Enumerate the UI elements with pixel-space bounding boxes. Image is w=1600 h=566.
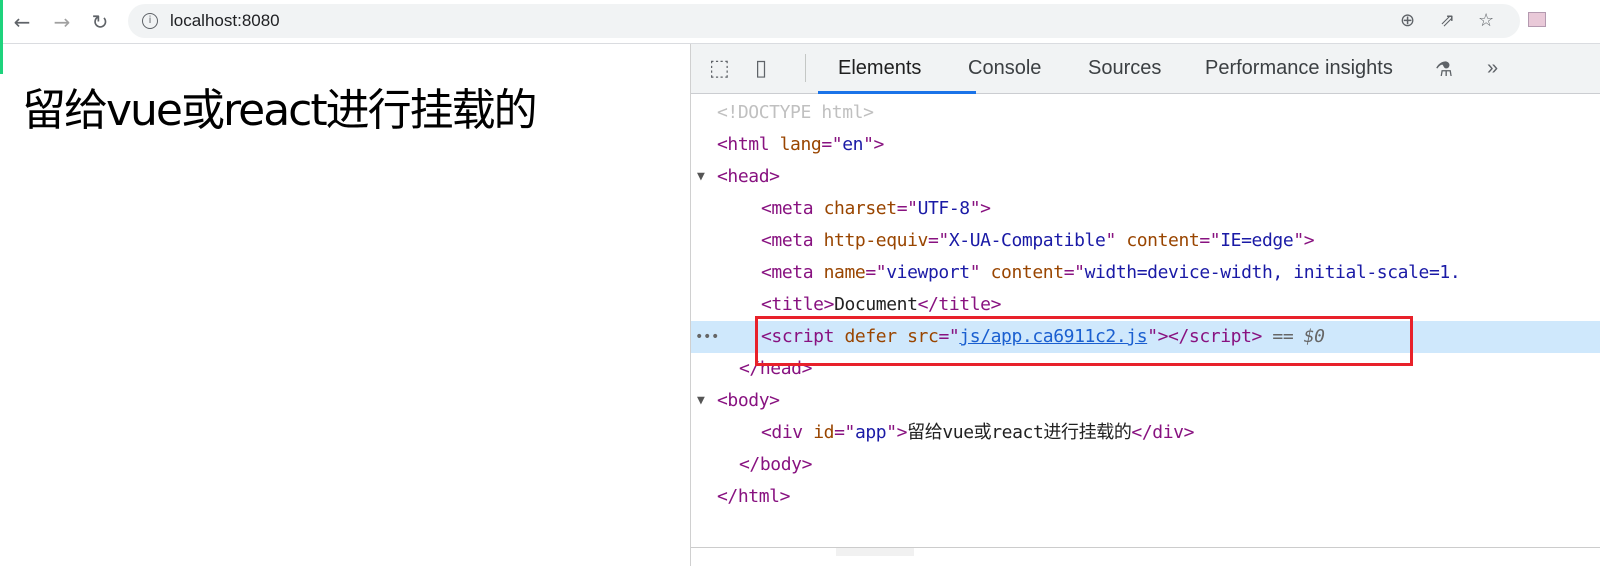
token-tag: <body> bbox=[717, 390, 780, 411]
token-tag: </title> bbox=[917, 294, 1002, 315]
token-tag: </div> bbox=[1131, 422, 1195, 443]
token-val: app bbox=[854, 422, 887, 443]
token-tag: =" bbox=[1199, 230, 1221, 251]
token-tag: <meta bbox=[761, 230, 824, 251]
token-tag: <html bbox=[717, 134, 780, 155]
back-icon[interactable]: ← bbox=[8, 8, 36, 36]
expand-triangle-icon[interactable]: ▼ bbox=[697, 385, 705, 417]
forward-icon[interactable]: → bbox=[48, 8, 76, 36]
token-attr: content bbox=[990, 262, 1064, 283]
dom-node[interactable]: <meta charset="UTF-8"> bbox=[691, 193, 1600, 225]
devtools-panel: ⬚ ▯ Elements Console Sources Performance… bbox=[690, 44, 1600, 566]
dom-node[interactable]: </body> bbox=[691, 449, 1600, 481]
devtools-tabbar: ⬚ ▯ Elements Console Sources Performance… bbox=[691, 44, 1600, 94]
token-tag: =" bbox=[1063, 262, 1085, 283]
flask-icon: ⚗ bbox=[1435, 59, 1453, 81]
token-txt: 留给vue或react进行挂载的 bbox=[907, 422, 1132, 443]
expand-triangle-icon[interactable]: ▼ bbox=[697, 161, 705, 193]
tab-console[interactable]: Console bbox=[968, 57, 1041, 80]
token-tag: "> bbox=[1293, 230, 1315, 251]
token-tag: "> bbox=[886, 422, 908, 443]
tab-sources[interactable]: Sources bbox=[1088, 57, 1161, 80]
active-tab-indicator bbox=[818, 91, 976, 94]
token-tag: " bbox=[1105, 230, 1127, 251]
dom-node[interactable]: <meta http-equiv="X-UA-Compatible" conte… bbox=[691, 225, 1600, 257]
token-val: UTF-8 bbox=[917, 198, 971, 219]
share-icon[interactable]: ⇗ bbox=[1440, 10, 1455, 31]
token-val: viewport bbox=[886, 262, 970, 283]
tab-performance-insights[interactable]: Performance insights bbox=[1205, 57, 1393, 80]
token-attr: lang bbox=[779, 134, 822, 155]
star-icon[interactable]: ☆ bbox=[1478, 10, 1494, 31]
token-val: en bbox=[842, 134, 864, 155]
device-toolbar-icon[interactable]: ▯ bbox=[755, 56, 767, 81]
divider bbox=[691, 547, 1600, 548]
token-tag: <meta bbox=[761, 198, 824, 219]
token-attr: http-equiv bbox=[823, 230, 929, 251]
dom-node[interactable]: ▼ <body> bbox=[691, 385, 1600, 417]
focus-indicator bbox=[0, 0, 3, 74]
token-tag: =" bbox=[896, 198, 918, 219]
extension-icon[interactable] bbox=[1528, 12, 1546, 27]
token-val: X-UA-Compatible bbox=[948, 230, 1106, 251]
dom-node[interactable]: <html lang="en"> bbox=[691, 129, 1600, 161]
token-attr: name bbox=[823, 262, 866, 283]
reload-icon[interactable]: ↻ bbox=[86, 8, 114, 36]
zoom-icon[interactable]: ⊕ bbox=[1400, 10, 1415, 31]
token-txt: Document bbox=[834, 294, 918, 315]
dom-node[interactable]: </html> bbox=[691, 481, 1600, 513]
token-tag: </html> bbox=[717, 486, 791, 507]
dom-node[interactable]: <meta name="viewport" content="width=dev… bbox=[691, 257, 1600, 289]
divider bbox=[805, 54, 806, 82]
inspect-element-icon[interactable]: ⬚ bbox=[709, 56, 730, 81]
address-bar[interactable]: i localhost:8080 ⊕ ⇗ ☆ bbox=[128, 4, 1520, 38]
dom-node[interactable]: <!DOCTYPE html> bbox=[691, 97, 1600, 129]
url-text[interactable]: localhost:8080 bbox=[170, 11, 280, 31]
token-tag: =" bbox=[834, 422, 855, 443]
token-doc: <!DOCTYPE html> bbox=[717, 102, 874, 123]
token-val: width=device-width, initial-scale=1. bbox=[1084, 262, 1461, 283]
info-icon[interactable]: i bbox=[142, 13, 158, 29]
tab-elements[interactable]: Elements bbox=[838, 57, 921, 80]
token-tag: <div bbox=[761, 422, 814, 443]
token-attr: id bbox=[813, 422, 835, 443]
browser-toolbar: ← → ↻ i localhost:8080 ⊕ ⇗ ☆ bbox=[0, 0, 1600, 44]
token-tag: "> bbox=[969, 198, 991, 219]
token-tag: <head> bbox=[717, 166, 780, 187]
token-tag: <title> bbox=[761, 294, 835, 315]
token-tag: =" bbox=[821, 134, 843, 155]
scrollbar[interactable] bbox=[836, 548, 914, 556]
node-menu-icon[interactable]: ••• bbox=[695, 321, 719, 353]
token-tag: =" bbox=[865, 262, 887, 283]
token-tag: "> bbox=[863, 134, 884, 155]
token-tag: " bbox=[969, 262, 991, 283]
token-tag: =" bbox=[928, 230, 949, 251]
token-val: IE=edge bbox=[1220, 230, 1294, 251]
token-tag: <meta bbox=[761, 262, 824, 283]
dom-node[interactable]: ▼ <head> bbox=[691, 161, 1600, 193]
token-attr: charset bbox=[823, 198, 897, 219]
app-mount-text: 留给vue或react进行挂载的 bbox=[22, 85, 538, 136]
token-attr: content bbox=[1126, 230, 1200, 251]
more-tabs-icon[interactable]: » bbox=[1487, 57, 1498, 80]
highlight-box bbox=[755, 316, 1413, 366]
dom-node[interactable]: <div id="app">留给vue或react进行挂载的</div> bbox=[691, 417, 1600, 449]
token-tag: </body> bbox=[739, 454, 813, 475]
